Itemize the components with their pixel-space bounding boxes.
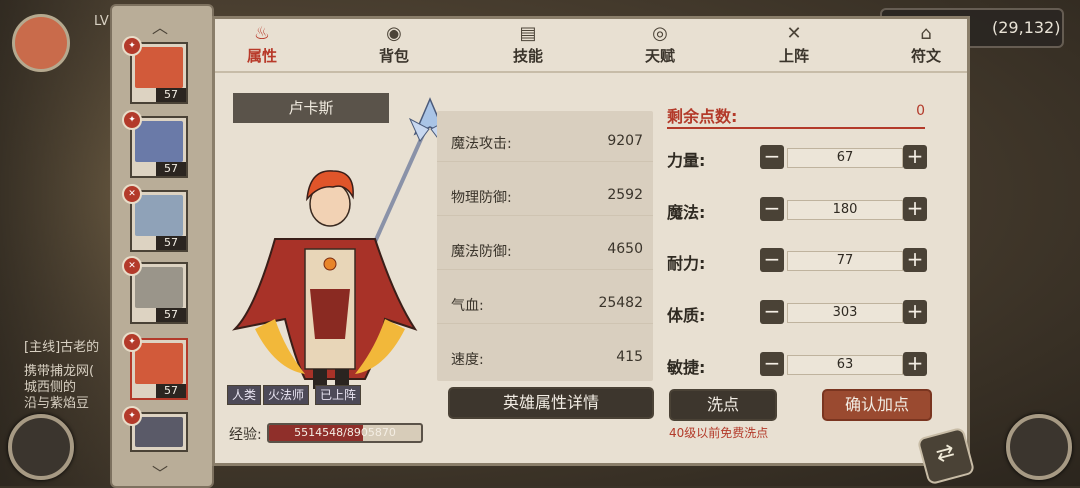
hero-portrait [135, 195, 183, 236]
tab-attributes[interactable]: ♨ 属性 [229, 23, 295, 69]
home-button[interactable] [1006, 414, 1072, 480]
tab-skills[interactable]: ▤ 技能 [495, 23, 561, 69]
hero-portrait [135, 267, 183, 308]
quest-panel-shadow [0, 0, 110, 486]
stat-row-magic-attack: 魔法攻击: 9207 [437, 121, 653, 162]
hero-portrait [135, 121, 183, 162]
confirm-points-button[interactable]: 确认加点 [822, 389, 932, 421]
hero-detail-button[interactable]: 英雄属性详情 [448, 387, 654, 419]
rune-icon: ⌂ [920, 23, 932, 44]
book-icon: ▤ [519, 23, 537, 44]
hero-level: 57 [156, 308, 186, 322]
decrease-endurance-button[interactable]: − [760, 248, 784, 272]
roster-slot-4[interactable]: ✕ 57 [122, 256, 188, 324]
player-level-label: LV [94, 14, 109, 29]
hero-level: 57 [156, 162, 186, 176]
hero-level: 57 [156, 236, 186, 250]
magic-value: 180 [787, 200, 903, 220]
attr-row-agility: 敏捷: − 63 + [667, 352, 933, 378]
exp-bar: 5514548/8905870 [267, 423, 423, 443]
tab-runes[interactable]: ⌂ 符文 [893, 23, 959, 69]
roster-up-icon[interactable]: ︿ [152, 14, 168, 38]
constitution-value: 303 [787, 303, 903, 323]
increase-constitution-button[interactable]: + [903, 300, 927, 324]
race-tag: 人类 [227, 385, 262, 405]
reset-note: 40级以前免费洗点 [669, 426, 769, 440]
eye-icon: ◎ [652, 23, 668, 44]
endurance-value: 77 [787, 251, 903, 271]
tab-deploy[interactable]: ✕ 上阵 [761, 23, 827, 69]
decrease-constitution-button[interactable]: − [760, 300, 784, 324]
reset-points-button[interactable]: 洗点 [669, 389, 777, 421]
class-badge-icon: ✕ [122, 184, 142, 204]
map-coordinates: (29,132) [992, 18, 1061, 37]
crossed-swords-icon: ✕ [786, 23, 802, 44]
stats-table: 魔法攻击: 9207 物理防御: 2592 魔法防御: 4650 气血: 254… [437, 111, 653, 381]
quest-title[interactable]: [主线]古老的 [24, 336, 99, 355]
roster-slot-3[interactable]: ✕ 57 [122, 184, 188, 252]
roster-slot-6[interactable]: ✦ [122, 406, 188, 452]
hero-portrait [135, 417, 183, 447]
hero-portrait [135, 343, 183, 384]
increase-strength-button[interactable]: + [903, 145, 927, 169]
attr-row-constitution: 体质: − 303 + [667, 300, 933, 326]
hero-level: 57 [156, 88, 186, 102]
roster-down-icon[interactable]: ﹀ [152, 460, 168, 484]
remaining-points: 剩余点数: 0 [667, 103, 925, 129]
class-badge-icon: ✦ [122, 332, 142, 352]
decrease-magic-button[interactable]: − [760, 197, 784, 221]
stat-row-hp: 气血: 25482 [437, 283, 653, 324]
class-badge-icon: ✦ [122, 110, 142, 130]
hero-roster[interactable]: ︿ ✦ 57 ✦ 57 ✕ 57 ✕ 57 ✦ 57 ✦ ﹀ [110, 4, 214, 488]
tab-bag[interactable]: ◉ 背包 [361, 23, 427, 69]
hero-illustration [231, 97, 445, 389]
attr-row-strength: 力量: − 67 + [667, 145, 933, 171]
strength-value: 67 [787, 148, 903, 168]
tab-talent[interactable]: ◎ 天赋 [627, 23, 693, 69]
exp-value: 5514548/8905870 [294, 426, 396, 439]
class-badge-icon: ✕ [122, 256, 142, 276]
increase-magic-button[interactable]: + [903, 197, 927, 221]
roster-slot-5[interactable]: ✦ 57 [122, 332, 188, 400]
quest-line-3: 沿与紫焰豆 [24, 396, 90, 411]
increase-endurance-button[interactable]: + [903, 248, 927, 272]
agility-value: 63 [787, 355, 903, 375]
tab-bar: ♨ 属性 ◉ 背包 ▤ 技能 ◎ 天赋 ✕ 上阵 ⌂ 符文 [215, 19, 967, 73]
hero-name: 卢卡斯 [233, 93, 389, 123]
player-avatar[interactable] [12, 14, 70, 72]
roster-slot-1[interactable]: ✦ 57 [122, 36, 188, 104]
attr-row-magic: 魔法: − 180 + [667, 197, 933, 223]
class-badge-icon: ✦ [122, 406, 142, 426]
roster-slot-2[interactable]: ✦ 57 [122, 110, 188, 178]
hero-level: 57 [156, 384, 186, 398]
decrease-strength-button[interactable]: − [760, 145, 784, 169]
hero-panel: ♨ 属性 ◉ 背包 ▤ 技能 ◎ 天赋 ✕ 上阵 ⌂ 符文 卢卡斯 人类 火法师… [212, 16, 970, 466]
stat-row-speed: 速度: 415 [451, 349, 643, 368]
stat-row-magic-defense: 魔法防御: 4650 [437, 229, 653, 270]
increase-agility-button[interactable]: + [903, 352, 927, 376]
attr-row-endurance: 耐力: − 77 + [667, 248, 933, 274]
stat-row-physical-defense: 物理防御: 2592 [437, 175, 653, 216]
flame-icon: ♨ [253, 23, 271, 44]
class-badge-icon: ✦ [122, 36, 142, 56]
deploy-status-tag: 已上阵 [315, 385, 362, 405]
hero-portrait [135, 47, 183, 88]
class-tag: 火法师 [263, 385, 310, 405]
bag-icon: ◉ [386, 23, 402, 44]
decrease-agility-button[interactable]: − [760, 352, 784, 376]
exp-label: 经验: [229, 427, 262, 443]
pet-shortcut-button[interactable] [8, 414, 74, 480]
